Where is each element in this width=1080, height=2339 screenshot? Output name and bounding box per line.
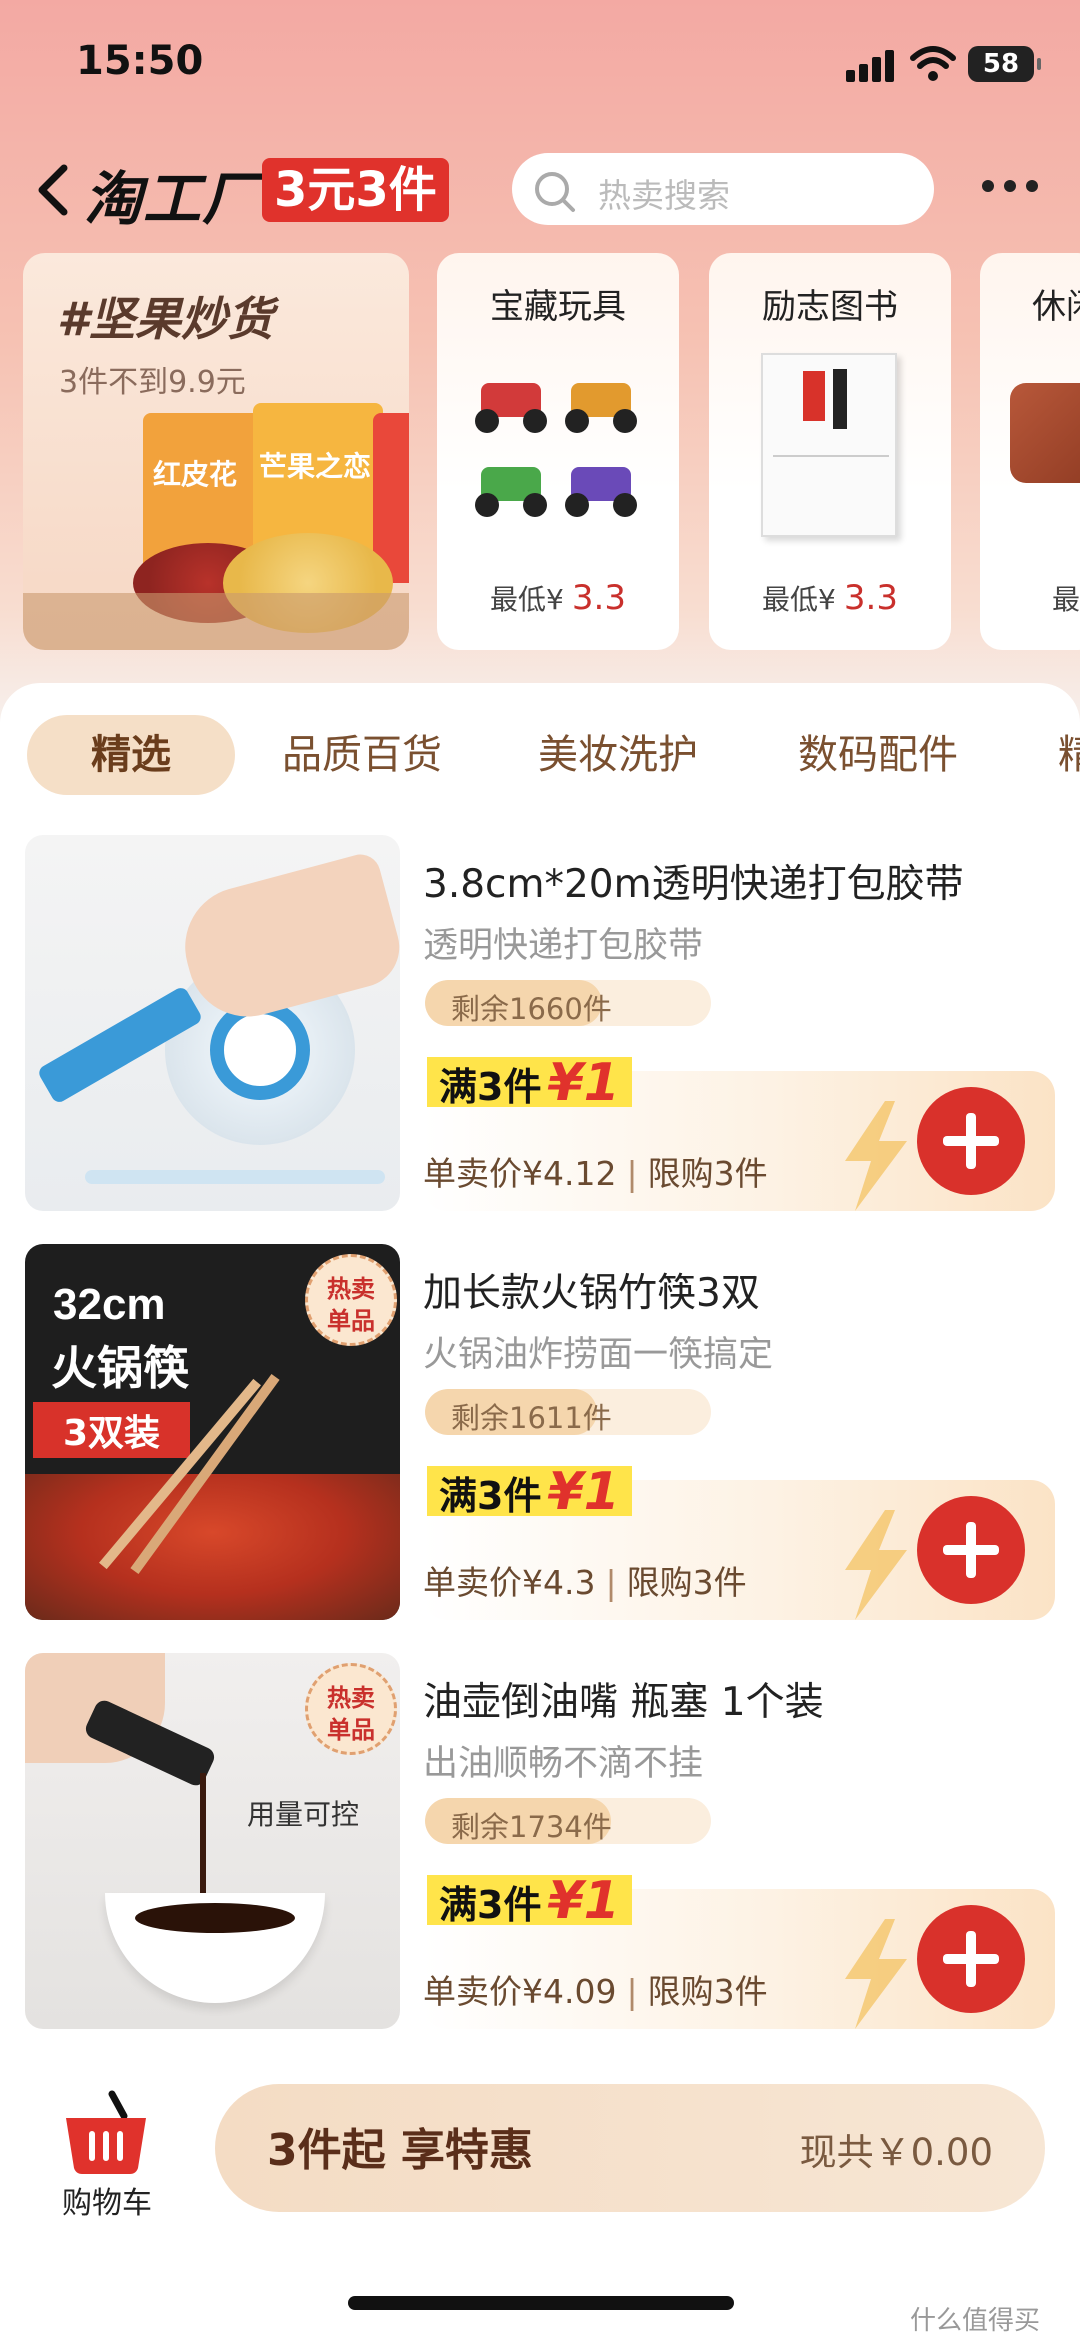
product-title: 加长款火锅竹筷3双 xyxy=(423,1271,760,1316)
bag-label: 芒果之恋 xyxy=(259,450,372,483)
watermark: 什么值得买 xyxy=(910,2306,1041,2336)
search-placeholder: 热卖搜索 xyxy=(598,176,730,215)
status-time: 15:50 xyxy=(76,38,204,84)
search-input[interactable]: 热卖搜索 xyxy=(512,153,934,225)
search-icon xyxy=(535,172,575,212)
category-price: 最 xyxy=(1052,583,1080,616)
wifi-icon xyxy=(910,46,956,81)
banner-nuts[interactable]: #坚果炒货 3件不到9.9元 红皮花 芒果之恋 xyxy=(23,253,409,650)
banner-title: #坚果炒货 xyxy=(57,292,274,346)
more-button[interactable] xyxy=(980,176,1040,200)
category-card-snacks[interactable]: 休闲 最 xyxy=(980,253,1080,650)
cart-icon[interactable] xyxy=(60,2090,152,2180)
deal-badge: 满3件 ¥1 xyxy=(427,1875,632,1927)
checkout-text: 3件起 享特惠 xyxy=(267,2125,533,2176)
snack-image xyxy=(1010,383,1080,483)
lightning-icon xyxy=(835,1919,915,2029)
stock-text: 剩余1611件 xyxy=(451,1401,612,1435)
product-card[interactable]: 3.8cm*20m透明快递打包胶带 透明快递打包胶带 剩余1660件 满3件 ¥1… xyxy=(25,835,1055,1211)
checkout-total: 现共￥0.00 xyxy=(799,2131,993,2174)
back-button[interactable] xyxy=(30,160,74,220)
image-text-dosage: 用量可控 xyxy=(247,1798,360,1831)
bag-label: 红皮花 xyxy=(153,458,238,491)
tab-digital-accessories[interactable]: 数码配件 xyxy=(798,715,958,795)
stock-text: 剩余1660件 xyxy=(451,992,612,1026)
status-bar: 15:50 58 xyxy=(0,0,1080,130)
stock-progress: 剩余1660件 xyxy=(425,980,711,1026)
product-image-oil-spout[interactable]: 热卖 单品 用量可控 xyxy=(25,1653,400,2029)
product-subtitle: 透明快递打包胶带 xyxy=(423,926,704,966)
hot-sale-stamp: 热卖 单品 xyxy=(305,1663,397,1755)
product-card[interactable]: 热卖 单品 用量可控 油壶倒油嘴 瓶塞 1个装 出油顺畅不滴不挂 剩余1734件… xyxy=(25,1653,1055,2029)
banner-subtitle: 3件不到9.9元 xyxy=(59,365,246,400)
product-title: 3.8cm*20m透明快递打包胶带 xyxy=(423,862,964,907)
category-title: 休闲 xyxy=(1032,287,1080,327)
cart-label[interactable]: 购物车 xyxy=(62,2178,152,2222)
product-subtitle: 出油顺畅不滴不挂 xyxy=(423,1744,704,1784)
tab-beauty-care[interactable]: 美妆洗护 xyxy=(538,715,698,795)
tab-selected[interactable]: 精选 xyxy=(27,715,235,795)
category-price: 最低¥ 3.3 xyxy=(490,578,626,618)
image-text-size: 32cm xyxy=(53,1280,166,1329)
price-detail: 单卖价¥4.3 | 限购3件 xyxy=(423,1563,747,1602)
stock-text: 剩余1734件 xyxy=(451,1810,612,1844)
signal-icon xyxy=(846,48,898,82)
image-text-name: 火锅筷 xyxy=(51,1341,189,1395)
image-text-pack: 3双装 xyxy=(33,1402,191,1458)
product-card[interactable]: 32cm 火锅筷 3双装 热卖 单品 加长款火锅竹筷3双 火锅油炸捞面一筷搞定 … xyxy=(25,1244,1055,1620)
product-subtitle: 火锅油炸捞面一筷搞定 xyxy=(423,1335,774,1375)
table-surface xyxy=(23,593,409,650)
lightning-icon xyxy=(835,1510,915,1620)
brand-badge: 3元3件 xyxy=(262,158,449,222)
checkout-button[interactable]: 3件起 享特惠 现共￥0.00 xyxy=(215,2084,1045,2212)
product-image-tape[interactable] xyxy=(25,835,400,1211)
hotpot-image xyxy=(25,1474,400,1620)
tab-quality-goods[interactable]: 品质百货 xyxy=(282,715,442,795)
deal-badge: 满3件 ¥1 xyxy=(427,1466,632,1518)
toy-trucks-image xyxy=(475,383,637,517)
price-detail: 单卖价¥4.12 | 限购3件 xyxy=(423,1154,768,1193)
stock-progress: 剩余1734件 xyxy=(425,1798,711,1844)
product-image-chopsticks[interactable]: 32cm 火锅筷 3双装 热卖 单品 xyxy=(25,1244,400,1620)
stock-progress: 剩余1611件 xyxy=(425,1389,711,1435)
category-title: 宝藏玩具 xyxy=(490,287,626,327)
deal-badge: 满3件 ¥1 xyxy=(427,1057,632,1109)
brand-logo: 淘工厂 xyxy=(84,165,262,233)
product-title: 油壶倒油嘴 瓶塞 1个装 xyxy=(423,1680,824,1725)
price-detail: 单卖价¥4.09 | 限购3件 xyxy=(423,1972,768,2011)
add-to-cart-button[interactable] xyxy=(917,1496,1025,1604)
add-to-cart-button[interactable] xyxy=(917,1905,1025,2013)
hot-sale-stamp: 热卖 单品 xyxy=(305,1254,397,1346)
soy-sauce-image xyxy=(135,1903,295,1933)
category-card-books[interactable]: 励志图书 最低¥ 3.3 xyxy=(709,253,951,650)
battery-icon: 58 xyxy=(968,46,1041,82)
category-price: 最低¥ 3.3 xyxy=(762,578,898,618)
category-card-toys[interactable]: 宝藏玩具 最低¥ 3.3 xyxy=(437,253,679,650)
home-indicator[interactable] xyxy=(348,2296,734,2310)
lightning-icon xyxy=(835,1101,915,1211)
book-image xyxy=(761,353,897,537)
tab-more[interactable]: 精 xyxy=(1058,715,1080,795)
add-to-cart-button[interactable] xyxy=(917,1087,1025,1195)
category-title: 励志图书 xyxy=(762,287,898,327)
